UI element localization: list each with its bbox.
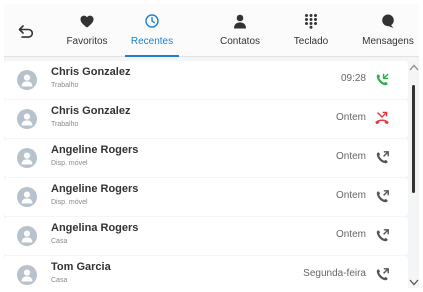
recent-call-row[interactable]: Angeline Rogers Disp. móvel Ontem [4,178,408,216]
contact-name: Chris Gonzalez [51,66,131,78]
incoming-call-icon [376,73,389,86]
recent-calls-list: Chris Gonzalez Trabalho 09:28 Chris Gonz… [4,57,419,288]
phone-type: Trabalho [51,121,79,128]
person-avatar-icon [21,230,33,243]
heart-icon [80,15,94,27]
missed-call-icon [375,111,389,125]
person-avatar-icon [21,269,33,282]
avatar [17,187,37,207]
scroll-up-button[interactable] [408,61,419,73]
outgoing-call-icon [376,190,389,203]
tab-label: Mensagens [362,36,414,47]
person-avatar-icon [21,74,33,87]
phone-type: Casa [51,238,68,245]
avatar [17,109,37,129]
recent-call-row[interactable]: Angeline Rogers Disp. móvel Ontem [4,139,408,177]
tab-favoritos[interactable]: Favoritos [57,4,117,56]
call-time: Ontem [335,112,366,123]
message-icon [382,14,394,28]
avatar [17,265,37,285]
top-tab-bar: Favoritos Recentes Contatos Teclado Mens… [4,4,419,57]
contact-name: Angeline Rogers [51,183,139,195]
phone-type: Disp. móvel [51,199,88,206]
tab-label: Teclado [293,36,329,47]
phone-type: Casa [51,277,68,284]
phone-type: Disp. móvel [51,160,88,167]
back-button[interactable] [12,18,40,46]
tab-contatos[interactable]: Contatos [214,4,266,56]
contact-name: Angeline Rogers [51,144,139,156]
person-avatar-icon [21,191,33,204]
scrollbar-thumb[interactable] [412,85,415,193]
contact-name: Tom Garcia [51,261,111,273]
keypad-icon [305,14,317,29]
outgoing-call-icon [376,268,389,281]
person-avatar-icon [21,113,33,126]
tab-teclado[interactable]: Teclado [288,4,334,56]
tab-label: Recentes [130,36,174,47]
outgoing-call-icon [376,151,389,164]
call-time: Ontem [335,190,366,201]
call-time: Segunda-feira [303,268,366,279]
avatar [17,70,37,90]
phone-type: Trabalho [51,82,79,89]
tab-label: Contatos [219,36,261,47]
tab-mensagens[interactable]: Mensagens [357,4,419,56]
scroll-down-button[interactable] [408,276,419,288]
call-time: Ontem [335,229,366,240]
recent-call-row[interactable]: Angelina Rogers Casa Ontem [4,217,408,255]
avatar [17,226,37,246]
chevron-down-icon [409,279,418,285]
back-arrow-icon [18,25,34,38]
call-time: 09:28 [340,73,366,84]
contact-name: Chris Gonzalez [51,105,131,117]
chevron-up-icon [409,64,418,70]
phone-app-frame: Favoritos Recentes Contatos Teclado Mens… [4,4,419,288]
recent-call-row[interactable]: Tom Garcia Casa Segunda-feira [4,256,408,288]
recent-call-row[interactable]: Chris Gonzalez Trabalho Ontem [4,100,408,138]
person-icon [234,14,246,28]
outgoing-call-icon [376,229,389,242]
contact-name: Angelina Rogers [51,222,139,234]
clock-icon [145,14,159,28]
person-avatar-icon [21,152,33,165]
tab-recentes[interactable]: Recentes [125,4,179,57]
avatar [17,148,37,168]
scrollbar[interactable] [408,57,419,288]
recent-call-row[interactable]: Chris Gonzalez Trabalho 09:28 [4,61,408,99]
tab-label: Favoritos [66,36,108,47]
call-time: Ontem [335,151,366,162]
